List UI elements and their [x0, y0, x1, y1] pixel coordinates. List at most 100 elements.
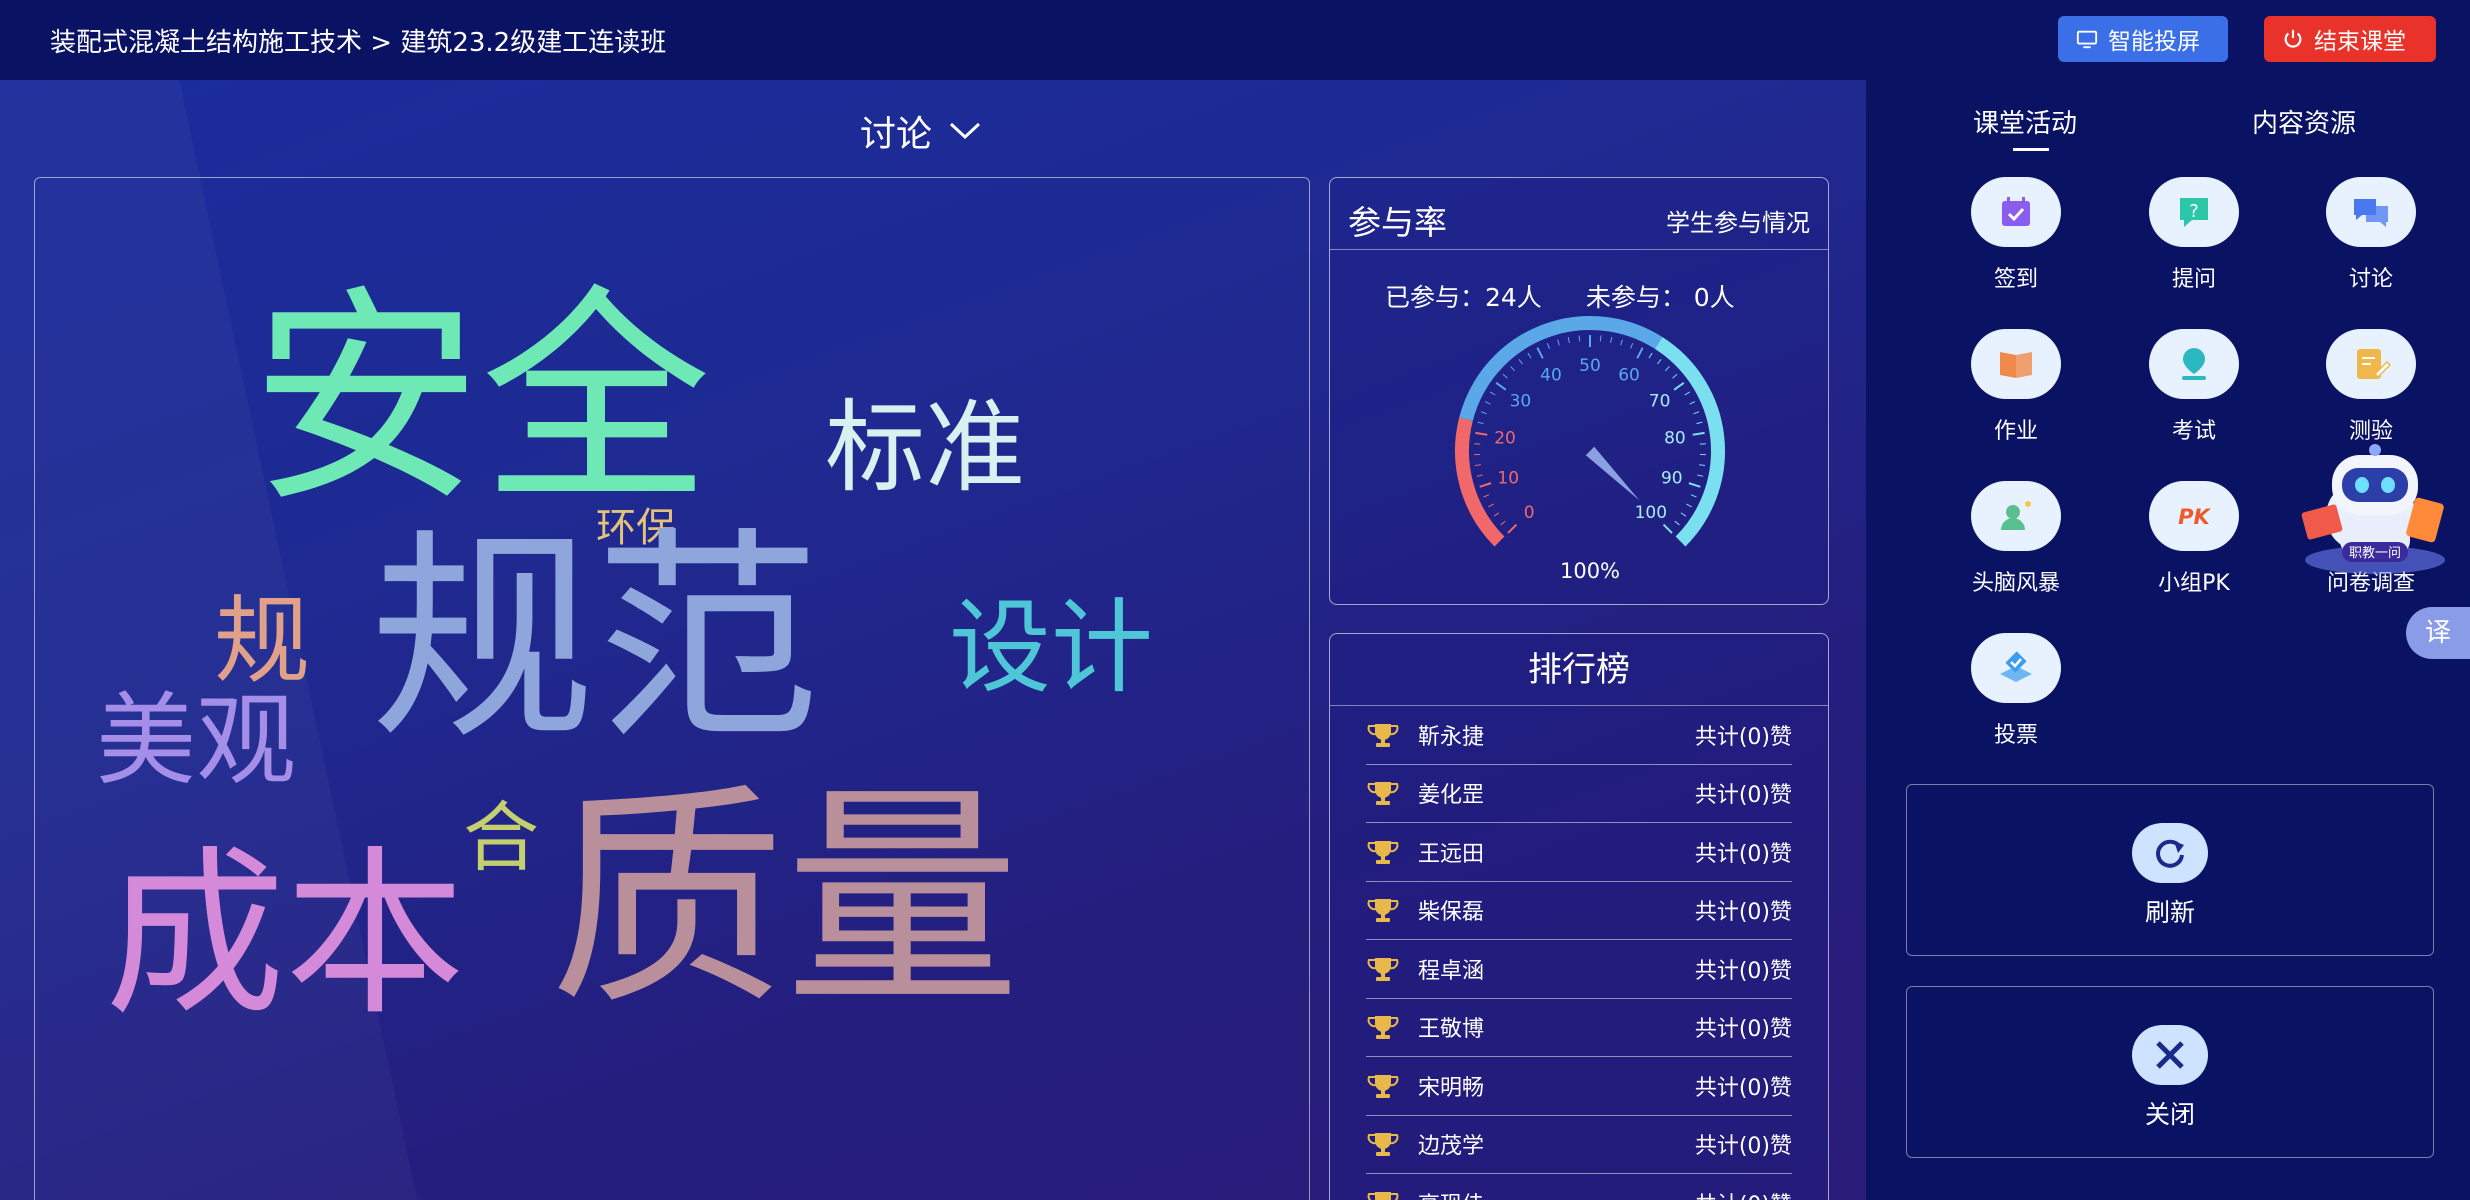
close-icon: [2132, 1025, 2208, 1085]
gauge-tick: [1546, 342, 1550, 349]
student-participation-link[interactable]: 学生参与情况: [1666, 203, 1810, 238]
chat-bubbles-icon: [2326, 177, 2416, 247]
gauge-tick: [1648, 352, 1653, 359]
cloud-word: 美观: [96, 682, 296, 799]
trophy-icon: [1367, 723, 1399, 747]
leaderboard-row: 王敬博 共计(0)赞: [1366, 999, 1792, 1057]
calendar-check-icon: [1971, 177, 2061, 247]
leaderboard-title: 排行榜: [1330, 634, 1828, 706]
gauge-value-label: 100%: [1560, 559, 1620, 583]
smart-cast-button[interactable]: 智能投屏: [2058, 16, 2228, 62]
gauge-tick: [1477, 421, 1484, 425]
tab-content-resources[interactable]: 内容资源: [2252, 103, 2356, 140]
gauge-tick: [1684, 391, 1691, 396]
gauge-tick: [1636, 347, 1644, 359]
gauge-tick: [1657, 359, 1662, 365]
gauge-tick-label: 20: [1494, 429, 1516, 449]
gauge-tick: [1518, 359, 1523, 365]
translate-button[interactable]: 译: [2406, 607, 2470, 659]
like-count: 共计(0)赞: [1694, 724, 1792, 750]
gauge-tick-label: 10: [1497, 469, 1519, 489]
gauge-tick-label: 60: [1618, 365, 1640, 385]
cloud-word: 规: [214, 585, 310, 697]
gauge-tick: [1578, 335, 1581, 342]
leaderboard-row: 靳永捷 共计(0)赞: [1366, 706, 1792, 765]
close-label: 关闭: [2144, 1100, 2195, 1129]
question-icon: ?: [2149, 177, 2239, 247]
tab-class-activities[interactable]: 课堂活动: [1973, 103, 2077, 151]
activity-label: 投票: [1993, 723, 2038, 748]
activity-label: 头脑风暴: [1971, 571, 2060, 596]
gauge-tick: [1474, 464, 1481, 467]
gauge-tick: [1620, 339, 1623, 346]
discussion-dropdown[interactable]: 讨论: [860, 105, 982, 157]
book-icon: [1971, 329, 2061, 399]
chevron-down-icon: [949, 122, 981, 140]
leaderboard-row: 柴保磊 共计(0)赞: [1366, 882, 1792, 940]
trophy-icon: [1367, 1191, 1399, 1200]
gauge-tick: [1479, 482, 1492, 488]
gauge-tick: [1673, 382, 1685, 391]
cloud-word: 标准: [825, 389, 1025, 506]
gauge-tick: [1662, 523, 1673, 534]
activity-calendar-check[interactable]: 签到: [1946, 177, 2086, 293]
gauge-tick-label: 80: [1664, 429, 1686, 449]
like-count: 共计(0)赞: [1695, 1187, 1792, 1200]
breadcrumb[interactable]: 装配式混凝土结构施工技术 > 建筑23.2级建工连读班: [50, 22, 666, 59]
gauge-tick: [1476, 474, 1483, 477]
gauge-tick: [1692, 431, 1705, 436]
participation-header: 参与率 学生参与情况: [1330, 178, 1828, 250]
student-name: 宋明畅: [1418, 1075, 1485, 1101]
activity-pk[interactable]: PK 小组PK: [2124, 481, 2264, 597]
top-bar: 装配式混凝土结构施工技术 > 建筑23.2级建工连读班 智能投屏 结束课堂: [0, 0, 2470, 80]
gauge-tick-label: 70: [1649, 391, 1671, 411]
activity-brainstorm[interactable]: 头脑风暴: [1946, 481, 2086, 597]
activity-book[interactable]: 作业: [1946, 329, 2086, 445]
refresh-icon: [2132, 823, 2208, 883]
refresh-button[interactable]: 刷新: [1906, 784, 2434, 956]
gauge-tick: [1689, 401, 1696, 405]
trophy-icon: [1367, 1133, 1399, 1157]
close-button[interactable]: 关闭: [1906, 986, 2434, 1158]
exam-pin-icon: [2149, 329, 2239, 399]
svg-text:PK: PK: [2178, 505, 2211, 529]
gauge-tick: [1630, 342, 1634, 349]
gauge-tick: [1475, 431, 1488, 436]
activity-exam-pin[interactable]: 考试: [2124, 329, 2264, 445]
gauge-tick: [1664, 366, 1670, 372]
robot-assistant-label: 职教一问: [2349, 545, 2401, 561]
pk-icon: PK: [2149, 481, 2239, 551]
gauge-tick: [1696, 421, 1703, 425]
robot-assistant-icon[interactable]: 职教一问: [2290, 430, 2460, 580]
gauge-tick: [1610, 336, 1613, 344]
word-cloud: 安全 标准 环保 规 规范 设计 美观 合 成本 质量: [34, 177, 1310, 1200]
quiz-note-icon: [2326, 329, 2416, 399]
activity-label: 提问: [2171, 267, 2216, 292]
like-count: 共计(0)赞: [1694, 841, 1792, 867]
gauge-tick-label: 0: [1524, 503, 1535, 523]
gauge-tick: [1510, 366, 1516, 372]
cloud-word: 规范: [370, 509, 820, 771]
gauge-tick: [1688, 482, 1701, 488]
activity-label: 考试: [2171, 419, 2216, 444]
gauge-tick: [1699, 464, 1706, 467]
activity-quiz-note[interactable]: 测验: [2301, 329, 2441, 445]
end-class-button[interactable]: 结束课堂: [2264, 16, 2436, 62]
svg-text:?: ?: [2189, 201, 2199, 222]
activity-chat-bubbles[interactable]: 讨论: [2301, 177, 2441, 293]
gauge-tick: [1489, 391, 1496, 396]
brainstorm-icon: [1971, 481, 2061, 551]
activity-question[interactable]: ? 提问: [2124, 177, 2264, 293]
trophy-icon: [1367, 1074, 1399, 1098]
gauge-tick: [1527, 352, 1532, 359]
student-name: 柴保磊: [1418, 900, 1485, 926]
main-panel: 讨论 安全 标准 环保 规 规范 设计 美观 合 成本 质量 参与率 学生参与情…: [0, 80, 1866, 1200]
activity-label: 讨论: [2348, 267, 2393, 292]
gauge-tick: [1567, 336, 1570, 344]
gauge-tick-label: 50: [1579, 356, 1601, 376]
activity-vote[interactable]: 投票: [1946, 633, 2086, 749]
gauge-tick-label: 90: [1661, 469, 1683, 489]
cloud-word: 设计: [949, 589, 1153, 708]
smart-cast-label: 智能投屏: [2108, 29, 2200, 55]
refresh-label: 刷新: [2144, 898, 2195, 927]
